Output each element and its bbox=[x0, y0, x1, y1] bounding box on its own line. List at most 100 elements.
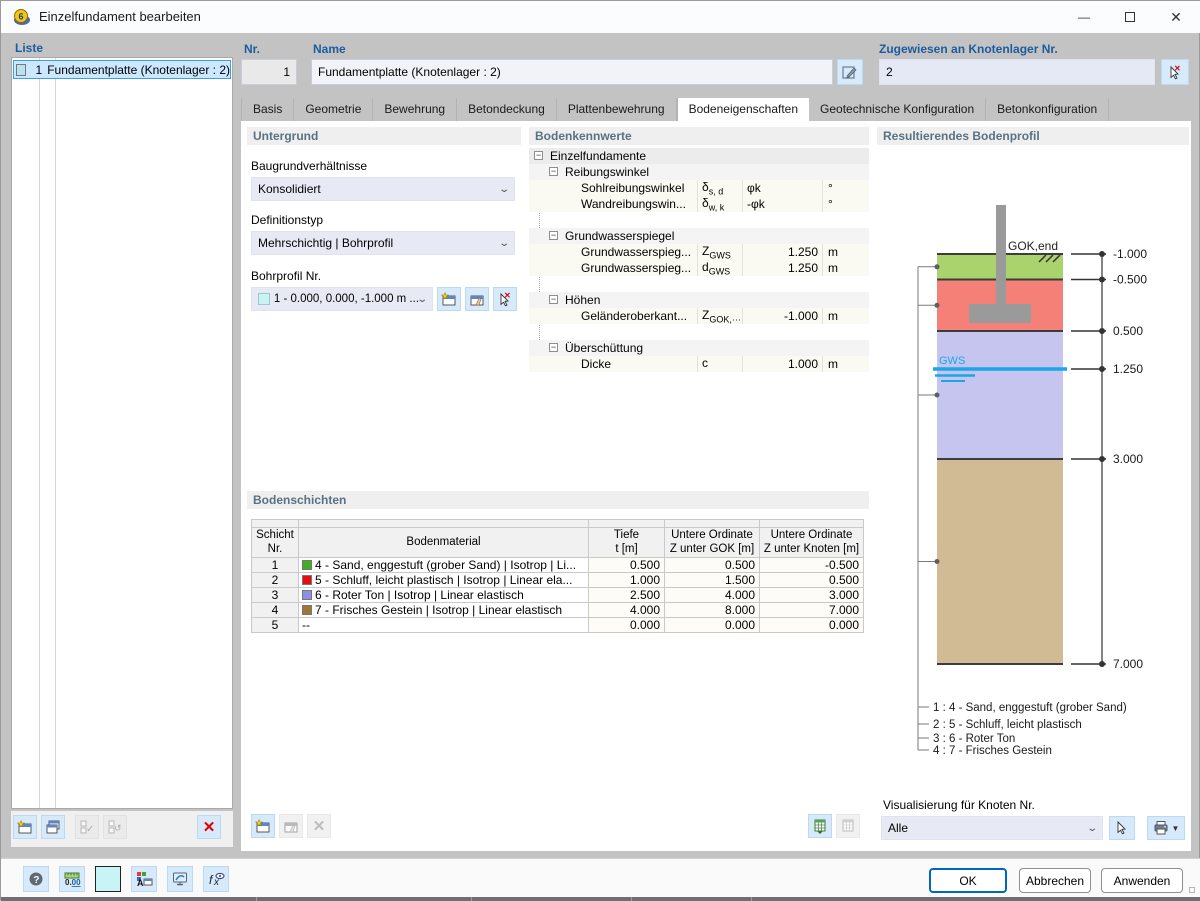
ok-button[interactable]: OK bbox=[929, 868, 1007, 893]
table-export-button[interactable] bbox=[808, 814, 832, 838]
col-schicht[interactable]: Schicht Nr. bbox=[251, 527, 299, 558]
gok-cell[interactable]: 4.000 bbox=[664, 587, 760, 603]
visualisierung-pick-button[interactable] bbox=[1109, 816, 1135, 840]
color-swatch-button[interactable] bbox=[95, 866, 121, 892]
collapse-icon[interactable]: − bbox=[549, 295, 558, 304]
assigned-field[interactable]: 2 bbox=[879, 59, 1155, 85]
name-edit-button[interactable] bbox=[837, 59, 863, 85]
list-item-selected[interactable]: 1 Fundamentplatte (Knotenlager : 2) bbox=[13, 60, 231, 79]
baugrund-dropdown[interactable]: Konsolidiert ⌄ bbox=[251, 177, 515, 201]
table-row[interactable]: 5 -- 0.000 0.000 0.000 bbox=[251, 617, 864, 633]
tree-row-gws-z[interactable]: Grundwasserspieg... ZGWS 1.250 m bbox=[529, 244, 869, 260]
material-cell[interactable]: -- bbox=[298, 617, 589, 633]
param-value[interactable]: 1.000 bbox=[742, 356, 822, 372]
collapse-icon[interactable]: − bbox=[549, 167, 558, 176]
apply-button[interactable]: Anwenden bbox=[1101, 868, 1183, 893]
cancel-button[interactable]: Abbrechen bbox=[1019, 868, 1091, 893]
col-tiefe[interactable]: Tiefe t [m] bbox=[588, 527, 665, 558]
bohrprofil-pick-button[interactable]: ✕ bbox=[493, 287, 517, 311]
list-delete-button[interactable]: ✕ bbox=[197, 815, 221, 839]
soil-layer-3 bbox=[937, 331, 1063, 459]
print-button[interactable]: ▼ bbox=[1147, 816, 1185, 840]
tree-row-wandreibungswinkel[interactable]: Wandreibungswin... δw, k -φk ° bbox=[529, 196, 869, 212]
knoten-cell[interactable]: -0.500 bbox=[759, 557, 864, 573]
apply-to-view-button[interactable] bbox=[167, 866, 193, 892]
tab-bewehrung[interactable]: Bewehrung bbox=[373, 98, 458, 121]
tiefe-cell[interactable]: 2.500 bbox=[588, 587, 665, 603]
gok-cell[interactable]: 1.500 bbox=[664, 572, 760, 588]
help-button[interactable]: ? bbox=[23, 866, 49, 892]
assigned-pick-button[interactable]: ✕ bbox=[1161, 59, 1189, 85]
tree-group-ueberschuettung[interactable]: − Überschüttung bbox=[529, 340, 869, 356]
col-knoten[interactable]: Untere Ordinate Z unter Knoten [m] bbox=[759, 527, 864, 558]
layer-new-button[interactable]: ★ bbox=[251, 814, 275, 838]
knoten-cell[interactable]: 0.500 bbox=[759, 572, 864, 588]
tree-row-gok[interactable]: Geländeroberkant... ZGOK,··· -1.000 m bbox=[529, 308, 869, 324]
resize-grip[interactable] bbox=[1189, 887, 1195, 893]
display-properties-button[interactable]: A bbox=[131, 866, 157, 892]
param-value[interactable]: φk bbox=[742, 180, 822, 196]
tab-betonkonfiguration[interactable]: Betonkonfiguration bbox=[986, 98, 1110, 121]
table-row[interactable]: 1 4 - Sand, enggestuft (grober Sand) | I… bbox=[251, 557, 864, 573]
tab-bodeneigenschaften[interactable]: Bodeneigenschaften bbox=[676, 98, 810, 121]
gok-cell[interactable]: 0.000 bbox=[664, 617, 760, 633]
name-field[interactable]: Fundamentplatte (Knotenlager : 2) bbox=[311, 59, 833, 85]
tree-group-reibungswinkel[interactable]: − Reibungswinkel bbox=[529, 164, 869, 180]
tiefe-cell[interactable]: 4.000 bbox=[588, 602, 665, 618]
tree-row-gws-d[interactable]: Grundwasserspieg... dGWS 1.250 m bbox=[529, 260, 869, 276]
assigned-label: Zugewiesen an Knotenlager Nr. bbox=[879, 42, 1058, 56]
material-cell[interactable]: 6 - Roter Ton | Isotrop | Linear elastis… bbox=[298, 587, 589, 603]
material-cell[interactable]: 7 - Frisches Gestein | Isotrop | Linear … bbox=[298, 602, 589, 618]
tab-betondeckung[interactable]: Betondeckung bbox=[457, 98, 557, 121]
tab-basis[interactable]: Basis bbox=[241, 98, 295, 121]
list-new-button[interactable]: ★ bbox=[13, 815, 37, 839]
tiefe-cell[interactable]: 0.500 bbox=[588, 557, 665, 573]
param-value[interactable]: 1.250 bbox=[742, 244, 822, 260]
units-settings-button[interactable]: 0.00 bbox=[59, 866, 85, 892]
param-value[interactable]: -1.000 bbox=[742, 308, 822, 324]
tree-row-root[interactable]: − Einzelfundamente bbox=[529, 148, 869, 164]
bohrprofil-color-swatch bbox=[258, 293, 270, 305]
knoten-cell[interactable]: 0.000 bbox=[759, 617, 864, 633]
legend-connector bbox=[917, 266, 935, 751]
svg-text:?: ? bbox=[33, 875, 39, 886]
formula-button[interactable]: fx bbox=[203, 866, 229, 892]
material-cell[interactable]: 4 - Sand, enggestuft (grober Sand) | Iso… bbox=[298, 557, 589, 573]
gok-cell[interactable]: 8.000 bbox=[664, 602, 760, 618]
definitionstyp-dropdown[interactable]: Mehrschichtig | Bohrprofil ⌄ bbox=[251, 231, 515, 255]
tiefe-cell[interactable]: 1.000 bbox=[588, 572, 665, 588]
col-bodenmaterial[interactable]: Bodenmaterial bbox=[298, 527, 589, 558]
table-row[interactable]: 2 5 - Schluff, leicht plastisch | Isotro… bbox=[251, 572, 864, 588]
param-value[interactable]: -φk bbox=[742, 196, 822, 212]
material-cell[interactable]: 5 - Schluff, leicht plastisch | Isotrop … bbox=[298, 572, 589, 588]
param-unit: m bbox=[822, 244, 869, 260]
bodenschichten-table[interactable]: Schicht Nr. Bodenmaterial Tiefe t [m] Unte… bbox=[251, 519, 864, 633]
tab-plattenbewehrung[interactable]: Plattenbewehrung bbox=[557, 98, 677, 121]
tree-group-grundwasserspiegel[interactable]: − Grundwasserspiegel bbox=[529, 228, 869, 244]
maximize-button[interactable] bbox=[1107, 1, 1153, 33]
visualisierung-dropdown[interactable]: Alle ⌄ bbox=[881, 816, 1103, 840]
collapse-icon[interactable]: − bbox=[549, 231, 558, 240]
list-copy-button[interactable] bbox=[41, 815, 65, 839]
param-value[interactable]: 1.250 bbox=[742, 260, 822, 276]
collapse-icon[interactable]: − bbox=[549, 343, 558, 352]
list-box[interactable]: 1 Fundamentplatte (Knotenlager : 2) bbox=[11, 57, 233, 809]
tree-group-hoehen[interactable]: − Höhen bbox=[529, 292, 869, 308]
tree-row-dicke[interactable]: Dicke c 1.000 m bbox=[529, 356, 869, 372]
gok-cell[interactable]: 0.500 bbox=[664, 557, 760, 573]
close-button[interactable]: ✕ bbox=[1153, 1, 1199, 33]
tab-geotechnische-konfiguration[interactable]: Geotechnische Konfiguration bbox=[809, 98, 987, 121]
bohrprofil-dropdown[interactable]: 1 - 0.000, 0.000, -1.000 m ... ⌄ bbox=[251, 287, 433, 311]
knoten-cell[interactable]: 7.000 bbox=[759, 602, 864, 618]
tab-geometrie[interactable]: Geometrie bbox=[294, 98, 374, 121]
collapse-icon[interactable]: − bbox=[534, 151, 543, 160]
minimize-button[interactable]: — bbox=[1061, 1, 1107, 33]
col-gok[interactable]: Untere Ordinate Z unter GOK [m] bbox=[664, 527, 760, 558]
tiefe-cell[interactable]: 0.000 bbox=[588, 617, 665, 633]
table-row[interactable]: 4 7 - Frisches Gestein | Isotrop | Linea… bbox=[251, 602, 864, 618]
table-row[interactable]: 3 6 - Roter Ton | Isotrop | Linear elast… bbox=[251, 587, 864, 603]
knoten-cell[interactable]: 3.000 bbox=[759, 587, 864, 603]
bohrprofil-edit-button[interactable] bbox=[465, 287, 489, 311]
bohrprofil-new-button[interactable]: ★ bbox=[437, 287, 461, 311]
tree-row-sohlreibungswinkel[interactable]: Sohlreibungswinkel δs, d φk ° bbox=[529, 180, 869, 196]
